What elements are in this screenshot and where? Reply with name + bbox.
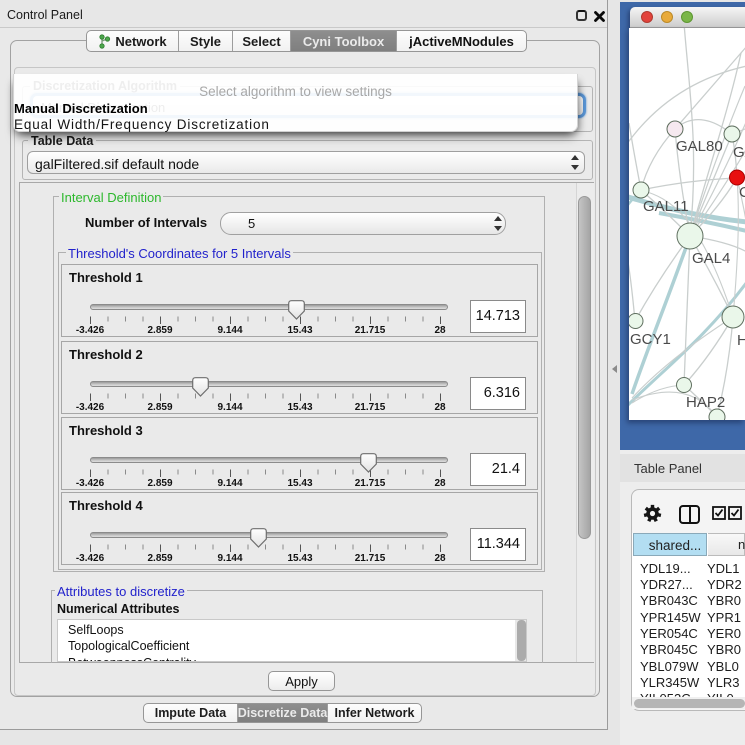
svg-text:C: C — [739, 184, 745, 201]
svg-text:HAP2: HAP2 — [686, 394, 725, 411]
svg-text:GAL4: GAL4 — [692, 250, 730, 267]
svg-text:GA: GA — [733, 144, 745, 161]
svg-text:GAL11: GAL11 — [643, 198, 689, 215]
svg-text:GCY1: GCY1 — [630, 331, 671, 348]
svg-text:H: H — [737, 332, 745, 349]
svg-text:GAL80: GAL80 — [676, 138, 723, 155]
